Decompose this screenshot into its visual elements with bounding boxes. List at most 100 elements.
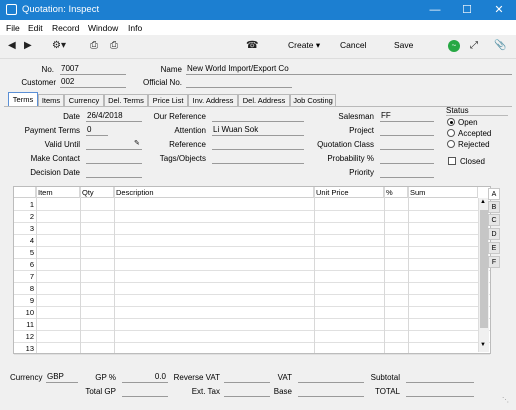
maximize-button[interactable]: ☐ — [452, 0, 482, 20]
grid-header-sum[interactable]: Sum — [408, 187, 478, 198]
payment-terms-field[interactable]: 0 — [86, 125, 108, 136]
probability-field[interactable] — [380, 153, 434, 164]
row-number: 4 — [29, 236, 34, 245]
our-reference-label: Our Reference — [153, 112, 206, 121]
menu-record[interactable]: Record — [52, 23, 79, 33]
grid-side-tab-c[interactable]: C — [488, 214, 500, 226]
table-row[interactable]: 11 — [14, 319, 490, 331]
date-field[interactable]: 26/4/2018 — [86, 111, 142, 122]
tab-del-terms[interactable]: Del. Terms — [104, 94, 148, 106]
table-row[interactable]: 2 — [14, 211, 490, 223]
table-row[interactable]: 13 — [14, 343, 490, 355]
menu-info[interactable]: Info — [128, 23, 142, 33]
grid-header-description[interactable]: Description — [114, 187, 314, 198]
table-row[interactable]: 12 — [14, 331, 490, 343]
status-title: Status — [446, 106, 469, 115]
table-row[interactable]: 3 — [14, 223, 490, 235]
attachment-icon[interactable]: 📎 — [494, 40, 506, 51]
table-row[interactable]: 8 — [14, 283, 490, 295]
total-label: TOTAL — [374, 387, 400, 396]
grid-col-line — [314, 187, 315, 353]
tags-objects-field[interactable] — [212, 153, 304, 164]
app-icon — [6, 4, 17, 15]
attention-field[interactable]: Li Wuan Sok — [212, 125, 304, 136]
priority-field[interactable] — [380, 167, 434, 178]
minimize-button[interactable]: — — [420, 0, 450, 20]
phone-icon[interactable]: ☎ — [246, 40, 258, 51]
status-rejected-radio[interactable] — [447, 140, 455, 148]
tab-items[interactable]: Items — [38, 94, 64, 106]
status-open-radio[interactable] — [447, 118, 455, 126]
grid-header-qty[interactable]: Qty — [80, 187, 114, 198]
table-row[interactable]: 7 — [14, 271, 490, 283]
quotation-class-field[interactable] — [380, 139, 434, 150]
expand-icon[interactable]: ⤢ — [470, 40, 478, 51]
sync-icon[interactable]: ~ — [448, 40, 460, 52]
tab-del-address[interactable]: Del. Address — [238, 94, 290, 106]
table-row[interactable]: 4 — [14, 235, 490, 247]
previous-record-icon[interactable]: ◀ — [8, 40, 16, 51]
table-row[interactable]: 10 — [14, 307, 490, 319]
next-record-icon[interactable]: ▶ — [24, 40, 32, 51]
status-accepted-label: Accepted — [458, 129, 492, 138]
menu-file[interactable]: File — [6, 23, 20, 33]
tab-currency[interactable]: Currency — [64, 94, 104, 106]
row-number: 3 — [29, 224, 34, 233]
tab-divider — [4, 106, 512, 107]
row-number: 5 — [29, 248, 34, 257]
table-row[interactable]: 6 — [14, 259, 490, 271]
table-row[interactable]: 9 — [14, 295, 490, 307]
status-accepted-radio[interactable] — [447, 129, 455, 137]
grid-side-tab-f[interactable]: F — [488, 256, 500, 268]
subtotal-field[interactable] — [406, 372, 474, 383]
pen-icon[interactable]: ✎ — [134, 139, 140, 147]
grid-header-item[interactable]: Item — [36, 187, 80, 198]
decision-date-field[interactable] — [86, 167, 142, 178]
save-button[interactable]: Save — [394, 40, 413, 50]
menu-window[interactable]: Window — [88, 23, 118, 33]
customer-field[interactable]: 002 — [60, 77, 126, 88]
vat-field[interactable] — [298, 372, 364, 383]
total-gp-field[interactable] — [122, 386, 168, 397]
close-button[interactable]: ✕ — [484, 0, 514, 20]
currency-field[interactable]: GBP — [46, 372, 78, 383]
grid-header-unit-price[interactable]: Unit Price — [314, 187, 384, 198]
total-gp-label: Total GP — [85, 387, 116, 396]
print-preview-icon[interactable]: ⎙ — [110, 40, 118, 51]
create-button[interactable]: Create ▾ — [288, 40, 320, 51]
grid-side-tab-e[interactable]: E — [488, 242, 500, 254]
closed-checkbox[interactable] — [448, 157, 456, 165]
row-number: 13 — [25, 344, 34, 353]
no-field[interactable]: 7007 — [60, 64, 126, 75]
tab-terms[interactable]: Terms — [8, 92, 38, 106]
grid-header-percent[interactable]: % — [384, 187, 408, 198]
grid-side-tab-b[interactable]: B — [488, 201, 500, 213]
table-row[interactable]: 1 — [14, 199, 490, 211]
print-icon[interactable]: ⎙ — [90, 40, 98, 51]
menu-edit[interactable]: Edit — [28, 23, 43, 33]
row-number: 9 — [29, 296, 34, 305]
official-no-field[interactable] — [186, 77, 292, 88]
gp-field[interactable]: 0.0 — [122, 372, 168, 383]
cancel-button[interactable]: Cancel — [340, 40, 366, 50]
tab-price-list[interactable]: Price List — [148, 94, 188, 106]
scrollbar-thumb[interactable] — [480, 210, 488, 328]
project-field[interactable] — [380, 125, 434, 136]
tab-inv-address[interactable]: Inv. Address — [188, 94, 238, 106]
table-row[interactable]: 5 — [14, 247, 490, 259]
reference-field[interactable] — [212, 139, 304, 150]
total-field[interactable] — [406, 386, 474, 397]
salesman-field[interactable]: FF — [380, 111, 434, 122]
grid-side-tab-a[interactable]: A — [488, 188, 500, 200]
tab-job-costing[interactable]: Job Costing — [290, 94, 336, 106]
name-field[interactable]: New World Import/Export Co — [186, 64, 512, 75]
scroll-down-icon[interactable]: ▼ — [480, 342, 486, 348]
make-contact-field[interactable] — [86, 153, 142, 164]
scroll-up-icon[interactable]: ▲ — [480, 199, 486, 205]
our-reference-field[interactable] — [212, 111, 304, 122]
resize-grip-icon[interactable]: ⋱ — [502, 396, 509, 404]
base-field[interactable] — [298, 386, 364, 397]
row-number: 11 — [26, 320, 34, 329]
gear-icon[interactable]: ⚙▾ — [52, 40, 66, 51]
grid-side-tab-d[interactable]: D — [488, 228, 500, 240]
